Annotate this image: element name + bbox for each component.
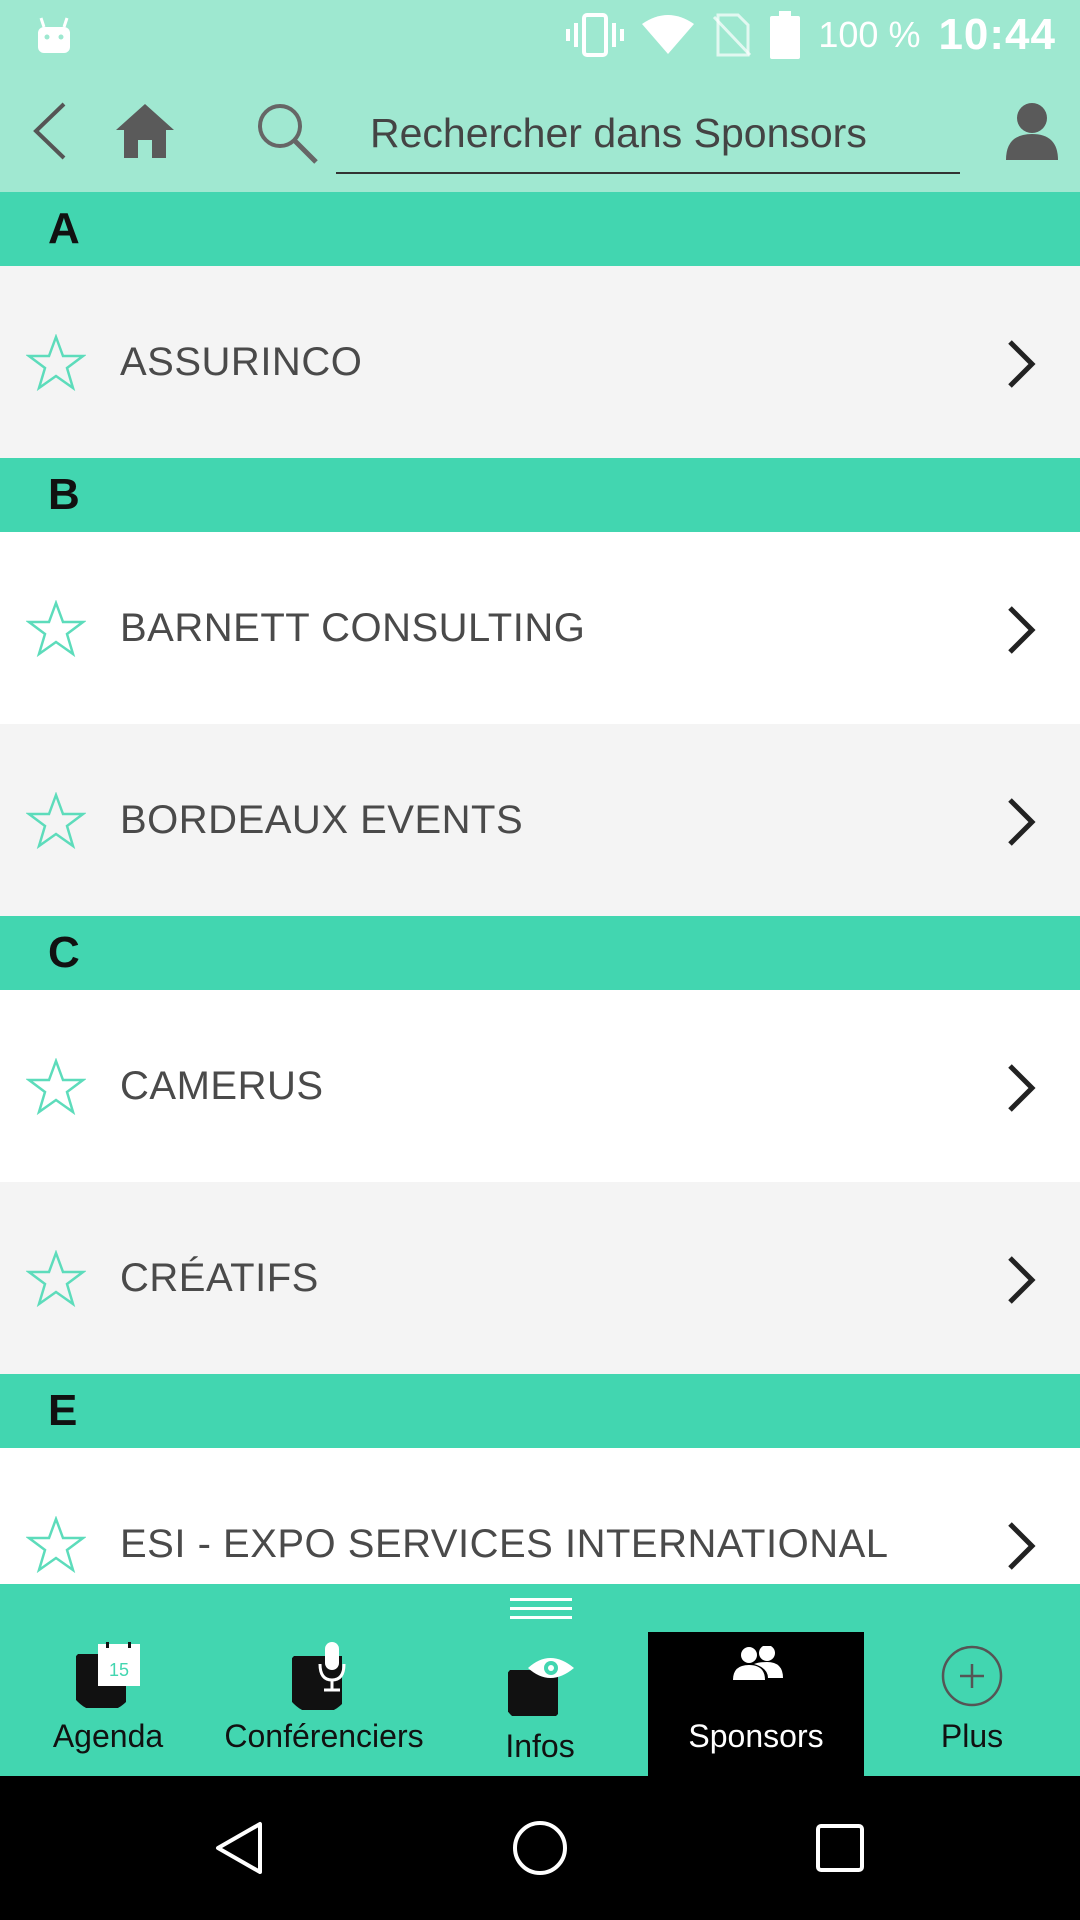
tab-label: Sponsors: [688, 1718, 824, 1754]
star-icon[interactable]: [26, 792, 86, 850]
no-sim-icon: [713, 13, 752, 57]
wifi-icon: [642, 15, 695, 54]
nav-recents-button[interactable]: [760, 1776, 920, 1920]
eye-icon: [508, 1658, 574, 1716]
system-nav-bar: [0, 1776, 1080, 1920]
microphone-icon: [292, 1642, 346, 1710]
search-input[interactable]: [336, 94, 960, 172]
tab-infos[interactable]: Infos: [432, 1632, 648, 1776]
chevron-right-icon: [1008, 1522, 1036, 1570]
star-icon[interactable]: [26, 334, 86, 392]
chevron-right-icon: [1008, 606, 1036, 654]
toolbar: [0, 70, 1080, 192]
tab-sponsors[interactable]: Sponsors: [648, 1632, 864, 1776]
people-icon: [733, 1646, 783, 1680]
section-header-c: C: [0, 916, 1080, 990]
star-icon[interactable]: [26, 1250, 86, 1308]
calendar-day: 15: [109, 1660, 129, 1680]
star-icon[interactable]: [26, 1058, 86, 1116]
nav-back-button[interactable]: [160, 1776, 320, 1920]
sponsor-name: CAMERUS: [120, 1063, 324, 1108]
sponsor-name: BORDEAUX EVENTS: [120, 797, 524, 842]
battery-icon: [770, 11, 801, 59]
list-item[interactable]: ASSURINCO: [0, 266, 1080, 458]
vibrate-icon: [566, 13, 625, 57]
section-header-a: A: [0, 192, 1080, 266]
chevron-right-icon: [1008, 798, 1036, 846]
list-item[interactable]: CRÉATIFS: [0, 1182, 1080, 1374]
sponsor-list[interactable]: A ASSURINCO B BARNETT CONSULTING BORDEAU…: [0, 192, 1080, 1584]
sponsor-name: CRÉATIFS: [120, 1255, 319, 1300]
plus-circle-icon: [941, 1645, 1003, 1707]
battery-percent: 100 %: [818, 14, 921, 55]
nav-home-icon: [513, 1821, 567, 1875]
android-icon: [38, 17, 70, 53]
sponsor-name: ASSURINCO: [120, 339, 363, 384]
list-item[interactable]: CAMERUS: [0, 990, 1080, 1182]
status-bar: 100 % 10:44: [0, 0, 1080, 70]
star-icon[interactable]: [26, 1516, 86, 1574]
search-icon[interactable]: [256, 102, 318, 164]
star-icon[interactable]: [26, 600, 86, 658]
clock: 10:44: [938, 10, 1056, 59]
chevron-right-icon: [1008, 1256, 1036, 1304]
user-icon[interactable]: [1004, 100, 1060, 160]
sponsor-name: ESI - EXPO SERVICES INTERNATIONAL: [120, 1521, 889, 1566]
back-arrow-icon[interactable]: [28, 100, 72, 162]
tab-conferenciers[interactable]: Conférenciers: [216, 1632, 432, 1776]
drawer-handle-icon[interactable]: [510, 1596, 572, 1622]
bottom-tab-bar: 15 Agenda Conférenciers Infos Sponsors P…: [0, 1584, 1080, 1776]
tab-label: Conférenciers: [224, 1718, 424, 1754]
list-item[interactable]: BARNETT CONSULTING: [0, 532, 1080, 724]
chevron-right-icon: [1008, 340, 1036, 388]
home-icon[interactable]: [114, 102, 176, 158]
section-header-e: E: [0, 1374, 1080, 1448]
chevron-right-icon: [1008, 1064, 1036, 1112]
nav-recents-icon: [816, 1824, 864, 1872]
tab-label: Agenda: [52, 1718, 164, 1754]
search-field[interactable]: [336, 94, 960, 174]
tab-plus[interactable]: Plus: [864, 1632, 1080, 1776]
list-item[interactable]: ESI - EXPO SERVICES INTERNATIONAL: [0, 1448, 1080, 1584]
calendar-icon: 15: [76, 1642, 140, 1708]
tab-agenda[interactable]: 15 Agenda: [0, 1632, 216, 1776]
section-header-b: B: [0, 458, 1080, 532]
list-item[interactable]: BORDEAUX EVENTS: [0, 724, 1080, 916]
sponsor-name: BARNETT CONSULTING: [120, 605, 586, 650]
nav-back-icon: [216, 1822, 262, 1874]
tab-label: Plus: [940, 1718, 1004, 1754]
tab-label: Infos: [505, 1728, 575, 1764]
nav-home-button[interactable]: [460, 1776, 620, 1920]
